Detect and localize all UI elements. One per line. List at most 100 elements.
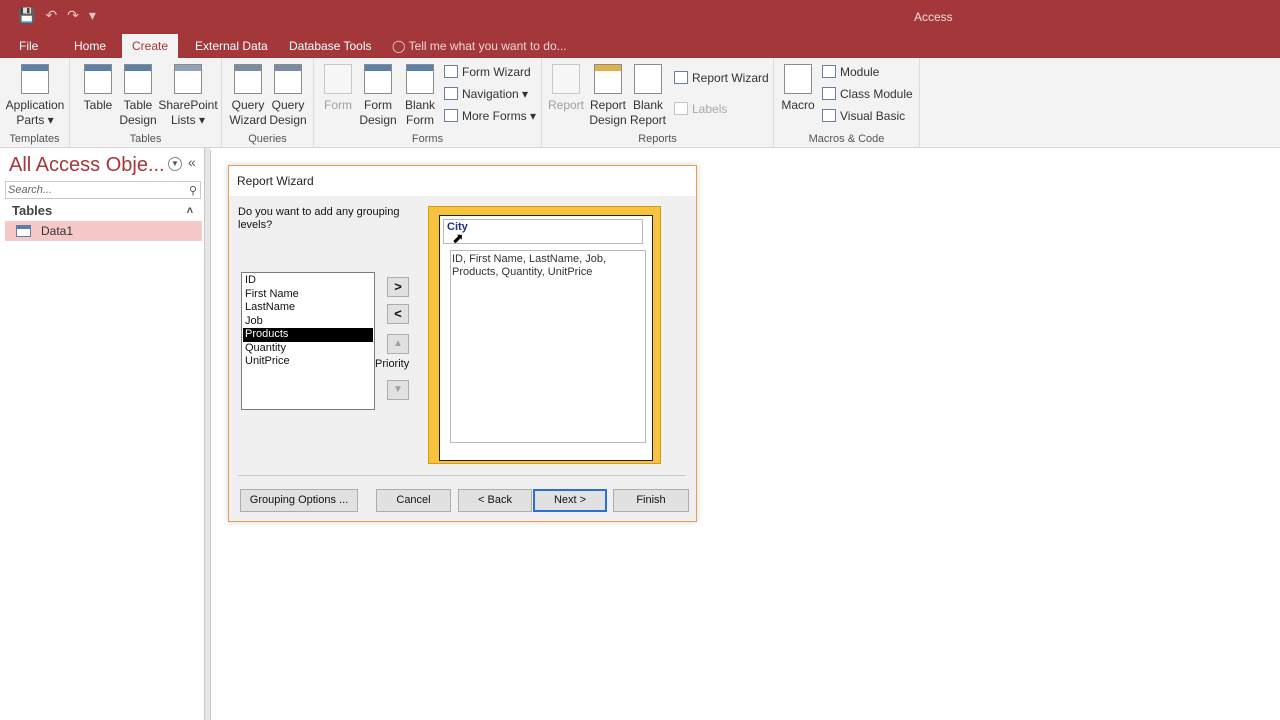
list-item[interactable]: UnitPrice [243,355,373,369]
report-wizard-icon [674,71,688,84]
list-item[interactable]: LastName [243,301,373,315]
module-icon [822,65,836,78]
navigation-pane: All Access Obje... ▼ « Search... ⚲ Table… [0,148,205,720]
cancel-button[interactable]: Cancel [376,489,451,512]
query-wizard-icon [234,64,262,94]
class-module-button[interactable]: Class Module [820,84,913,104]
ribbon-tabs: File Home Create External Data Database … [0,34,1280,58]
app-title: Access [914,10,953,24]
more-forms-icon [444,109,458,122]
preview-detail-fields: ID, First Name, LastName, Job, Products,… [450,250,646,443]
form-button[interactable]: Form [318,64,358,113]
customize-qat-icon[interactable]: ▾ [89,7,96,24]
tab-file[interactable]: File [9,34,48,58]
application-parts-button[interactable]: Application Parts ▾ [4,64,66,128]
lightbulb-icon: ◯ [392,39,406,53]
form-wizard-icon [444,65,458,78]
blank-report-button[interactable]: Blank Report [628,64,668,128]
tab-home[interactable]: Home [64,34,116,58]
title-bar: 💾 ↶ ↷ ▾ Access [0,0,1280,34]
blank-report-icon [634,64,662,94]
list-item[interactable]: ID [243,274,373,288]
table-icon [84,64,112,94]
undo-icon[interactable]: ↶ [45,7,57,24]
table-icon [16,225,31,237]
blank-form-button[interactable]: Blank Form [400,64,440,128]
collapse-pane-icon[interactable]: « [188,154,196,170]
navigation-icon [444,87,458,100]
grouping-question: Do you want to add any grouping levels? [238,206,400,231]
tab-create[interactable]: Create [122,34,179,58]
visual-basic-button[interactable]: Visual Basic [820,106,905,126]
back-button[interactable]: < Back [458,489,532,512]
form-wizard-button[interactable]: Form Wizard [442,62,531,82]
report-button[interactable]: Report [546,64,586,113]
report-design-button[interactable]: Report Design [588,64,628,128]
query-design-button[interactable]: Query Design [268,64,308,128]
tell-me-search[interactable]: ◯ Tell me what you want to do... [392,34,567,58]
report-design-icon [594,64,622,94]
macro-icon [784,64,812,94]
form-design-icon [364,64,392,94]
blank-form-icon [406,64,434,94]
priority-label: Priority [375,358,410,370]
list-item[interactable]: First Name [243,288,373,302]
ribbon-group-templates: Application Parts ▾ Templates [0,58,70,148]
group-label-queries: Queries [248,133,287,145]
nav-pane-title[interactable]: All Access Obje... [9,154,165,177]
save-icon[interactable]: 💾 [18,7,35,24]
ribbon-group-forms: Form Form Design Blank Form Form Wizard … [314,58,542,148]
navigation-button[interactable]: Navigation ▾ [442,84,528,104]
search-icon[interactable]: ⚲ [189,183,197,199]
grouping-preview: City ⬈ ID, First Name, LastName, Job, Pr… [428,206,661,464]
tab-external-data[interactable]: External Data [185,34,278,58]
add-grouping-button[interactable]: > [387,277,409,297]
macro-button[interactable]: Macro [780,64,816,113]
list-item[interactable]: Quantity [243,342,373,356]
group-label-tables: Tables [129,133,162,145]
grouping-options-button[interactable]: Grouping Options ... [240,489,358,512]
nav-search-input[interactable]: Search... ⚲ [5,181,201,199]
nav-section-tables[interactable]: Tables ˄ [5,202,201,220]
ribbon-group-queries: Query Wizard Query Design Queries [222,58,314,148]
query-wizard-button[interactable]: Query Wizard [228,64,268,128]
priority-down-button[interactable]: ▼ [387,380,409,400]
more-forms-button[interactable]: More Forms ▾ [442,106,536,126]
group-label-templates: Templates [9,133,60,145]
remove-grouping-button[interactable]: < [387,304,409,324]
preview-group-level[interactable]: City [443,219,643,244]
table-button[interactable]: Table [78,64,118,113]
nav-menu-dropdown-icon[interactable]: ▼ [168,157,182,171]
nav-item-data1[interactable]: Data1 [5,221,202,241]
ribbon-group-reports: Report Report Design Blank Report Report… [542,58,774,148]
ribbon: Application Parts ▾ Templates Table Tabl… [0,58,1280,148]
query-design-icon [274,64,302,94]
table-design-button[interactable]: Table Design [118,64,158,128]
dialog-title: Report Wizard [229,166,696,196]
list-item-selected[interactable]: Products [243,328,373,342]
collapse-section-icon[interactable]: ˄ [187,202,193,220]
module-button[interactable]: Module [820,62,879,82]
application-parts-icon [21,64,49,94]
finish-button[interactable]: Finish [613,489,689,512]
labels-button[interactable]: Labels [672,99,727,119]
group-label-forms: Forms [411,133,444,145]
group-label-macros-code: Macros & Code [808,133,885,145]
priority-up-button[interactable]: ▲ [387,334,409,354]
tab-database-tools[interactable]: Database Tools [279,34,382,58]
sharepoint-lists-button[interactable]: SharePoint Lists ▾ [158,64,218,128]
report-wizard-button[interactable]: Report Wizard [672,68,769,88]
preview-page: City ⬈ ID, First Name, LastName, Job, Pr… [439,215,653,461]
group-label-reports: Reports [638,133,677,145]
ribbon-group-tables: Table Table Design SharePoint Lists ▾ Ta… [70,58,222,148]
redo-icon[interactable]: ↷ [67,7,79,24]
mouse-cursor-icon: ⬈ [452,230,464,246]
form-design-button[interactable]: Form Design [358,64,398,128]
report-icon [552,64,580,94]
ribbon-group-macros-code: Macro Module Class Module Visual Basic M… [774,58,920,148]
list-item[interactable]: Job [243,315,373,329]
quick-access-toolbar: 💾 ↶ ↷ ▾ [18,7,96,24]
visual-basic-icon [822,109,836,122]
next-button[interactable]: Next > [533,489,607,512]
field-list[interactable]: ID First Name LastName Job Products Quan… [241,272,375,410]
